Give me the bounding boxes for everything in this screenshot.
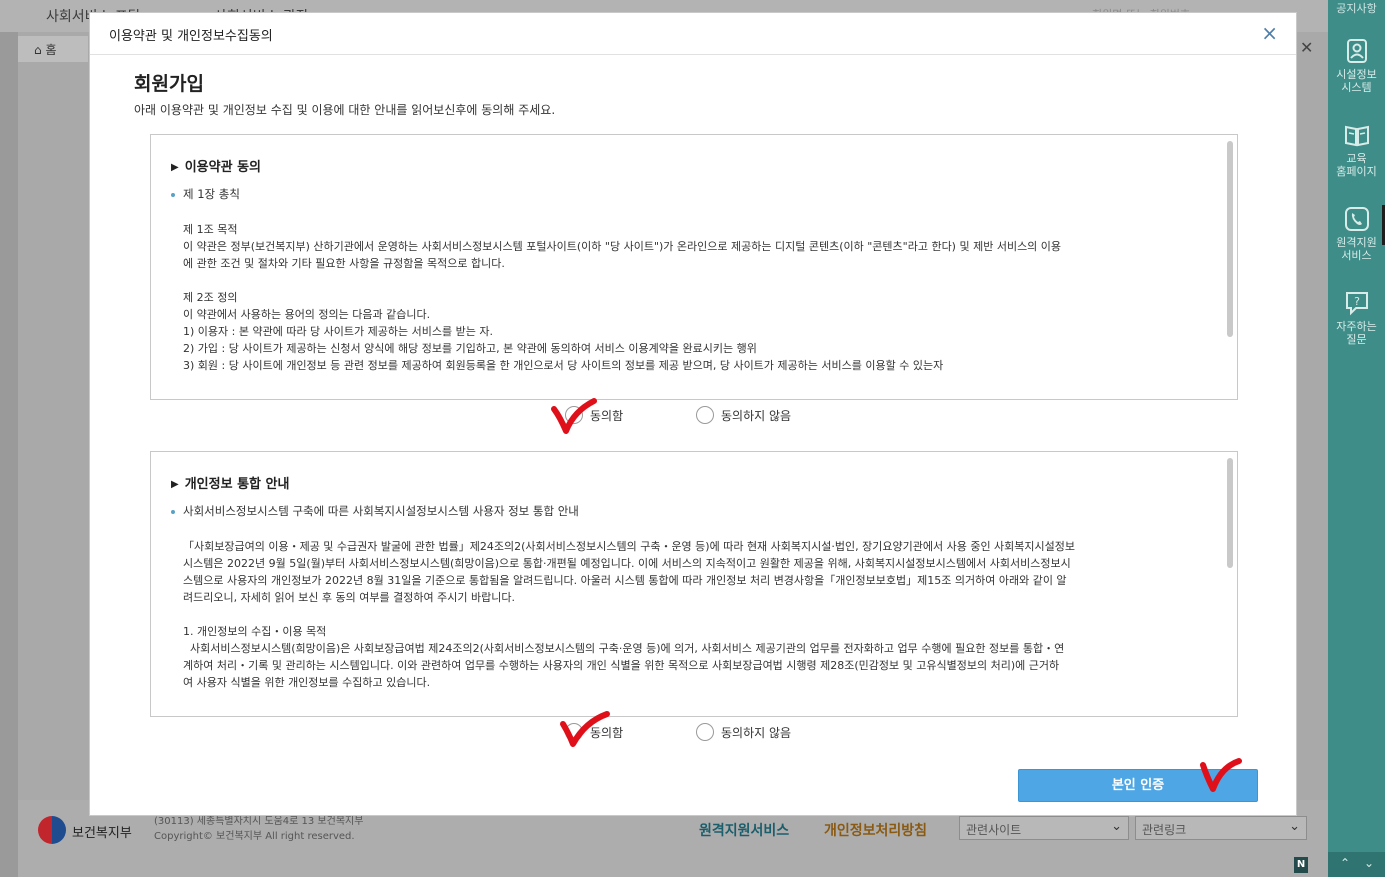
privacy-body: 「사회보장급여의 이용・제공 및 수급권자 발굴에 관한 법률」제24조의2(사… — [171, 538, 1213, 688]
quick-menu-scroll-controls: ⌃ ⌄ — [1328, 852, 1385, 877]
bullet-icon — [171, 192, 175, 197]
quick-menu-label: 원격지원 — [1336, 236, 1377, 249]
left-strip — [0, 32, 18, 877]
scrollbar[interactable] — [1227, 141, 1233, 337]
scroll-up-icon[interactable]: ⌃ — [1340, 856, 1350, 870]
privacy-line: 스템으로 사용자의 개인정보가 2022년 8월 31일을 기준으로 통합됨을 … — [183, 574, 1067, 587]
page-title: 회원가입 — [134, 73, 204, 95]
terms-chapter-text: 제 1장 총칙 — [183, 187, 240, 201]
quick-menu-label: 교육 — [1346, 152, 1367, 165]
question-bubble-icon: ? — [1345, 292, 1368, 316]
copyright-text: Copyright© 보건복지부 All right reserved. — [154, 831, 355, 842]
address-text: (30113) 세종특별자치시 도움4로 13 보건복지부 — [154, 816, 364, 827]
terms-modal: 이용약관 및 개인정보수집동의 × 회원가입 아래 이용약관 및 개인정보 수집… — [89, 12, 1297, 816]
chevron-down-icon: ⌄ — [1289, 819, 1300, 834]
bullet-icon — [171, 509, 175, 514]
privacy-subtitle-text: 사회서비스정보시스템 구축에 따른 사회복지시설정보시스템 사용자 정보 통합 … — [183, 504, 579, 518]
privacy-agree-row: 동의함 동의하지 않음 — [90, 723, 1298, 747]
privacy-line: 1. 개인정보의 수집・이용 목적 — [183, 625, 327, 638]
privacy-scroll-box[interactable]: ▶ 개인정보 통합 안내 사회서비스정보시스템 구축에 따른 사회복지시설정보시… — [150, 451, 1238, 717]
quick-menu-label: 질문 — [1346, 333, 1367, 346]
quick-menu-facility-system[interactable]: 시설정보 시스템 — [1328, 38, 1385, 94]
terms-body: 제 1조 목적 이 약관은 정부(보건복지부) 산하기관에서 운영하는 사회서비… — [171, 221, 1213, 371]
home-tab[interactable]: ⌂ 홈 — [18, 36, 88, 62]
privacy-heading: ▶ 개인정보 통합 안내 — [171, 476, 1213, 493]
modal-header: 이용약관 및 개인정보수집동의 × — [90, 13, 1296, 55]
footer-address: (30113) 세종특별자치시 도움4로 13 보건복지부 Copyright©… — [154, 814, 363, 844]
n-badge: N — [1294, 857, 1308, 873]
privacy-line: 시스템은 2022년 9월 5일(월)부터 사회서비스정보시스템(희망이음)으로… — [183, 557, 1071, 570]
terms-line: 1) 이용자 : 본 약관에 따라 당 사이트가 제공하는 서비스를 받는 자. — [183, 325, 493, 338]
privacy-heading-text: 개인정보 통합 안내 — [184, 477, 290, 492]
terms-line: 제 1조 목적 — [183, 223, 238, 236]
privacy-line: 려드리오니, 자세히 읽어 보신 후 동의 여부를 결정하여 주시기 바랍니다. — [183, 591, 515, 604]
quick-menu-notice[interactable]: 공지사항 — [1328, 0, 1385, 16]
home-tab-label: 홈 — [45, 43, 57, 57]
privacy-line: 사회서비스정보시스템(희망이음)은 사회보장급여법 제24조의2(사회서비스정보… — [183, 642, 1065, 655]
terms-line: 이 약관은 정부(보건복지부) 산하기관에서 운영하는 사회서비스정보시스템 포… — [183, 240, 1062, 253]
person-card-icon — [1346, 39, 1367, 63]
privacy-disagree-radio[interactable]: 동의하지 않음 — [696, 723, 791, 741]
close-icon[interactable]: × — [1261, 21, 1278, 45]
ministry-logo-icon — [38, 816, 66, 844]
red-checkmark-icon — [551, 398, 597, 434]
privacy-policy-link[interactable]: 개인정보처리방침 — [824, 820, 927, 840]
quick-menu-label: 시설정보 — [1336, 68, 1377, 81]
terms-line: 이 약관에서 사용하는 용어의 정의는 다음과 같습니다. — [183, 308, 431, 321]
disagree-label: 동의하지 않음 — [721, 408, 792, 423]
red-checkmark-icon — [1200, 758, 1242, 792]
related-link-select[interactable]: 관련링크 ⌄ — [1135, 816, 1307, 840]
page-subtitle: 아래 이용약관 및 개인정보 수집 및 이용에 대한 안내를 읽어보신후에 동의… — [134, 103, 556, 117]
terms-line: 에 관한 조건 및 절차와 기타 필요한 사항을 규정함을 목적으로 합니다. — [183, 257, 505, 270]
terms-scroll-box[interactable]: ▶ 이용약관 동의 제 1장 총칙 제 1조 목적 이 약관은 정부(보건복지부… — [150, 134, 1238, 400]
radio-button[interactable] — [696, 406, 714, 424]
quick-menu: 공지사항 시설정보 시스템 교육 홈페이지 원격지원 서비스 ? 자주하는 질문 — [1328, 0, 1385, 877]
privacy-content: ▶ 개인정보 통합 안내 사회서비스정보시스템 구축에 따른 사회복지시설정보시… — [171, 476, 1213, 688]
scroll-down-icon[interactable]: ⌄ — [1364, 856, 1374, 870]
related-site-value: 관련사이트 — [966, 823, 1022, 837]
terms-content: ▶ 이용약관 동의 제 1장 총칙 제 1조 목적 이 약관은 정부(보건복지부… — [171, 159, 1213, 371]
privacy-line: 「사회보장급여의 이용・제공 및 수급권자 발굴에 관한 법률」제24조의2(사… — [183, 540, 1076, 553]
red-checkmark-icon — [560, 711, 610, 747]
modal-title: 이용약관 및 개인정보수집동의 — [109, 29, 273, 44]
quick-menu-remote-support[interactable]: 원격지원 서비스 — [1328, 206, 1385, 262]
quick-menu-label: 시스템 — [1341, 81, 1372, 94]
quick-menu-label: 홈페이지 — [1336, 165, 1377, 178]
triangle-icon: ▶ — [171, 479, 179, 490]
related-link-value: 관련링크 — [1142, 823, 1187, 837]
terms-agree-row: 동의함 동의하지 않음 — [90, 406, 1298, 430]
quick-menu-label: 서비스 — [1341, 249, 1372, 262]
quick-menu-faq[interactable]: ? 자주하는 질문 — [1328, 290, 1385, 346]
radio-button[interactable] — [696, 723, 714, 741]
terms-line: 제 2조 정의 — [183, 291, 238, 304]
chevron-down-icon: ⌄ — [1111, 819, 1122, 834]
terms-heading: ▶ 이용약관 동의 — [171, 159, 1213, 176]
svg-text:?: ? — [1354, 295, 1360, 308]
privacy-line: 계하여 처리・기록 및 관리하는 시스템입니다. 이와 관련하여 업무를 수행하… — [183, 659, 1060, 672]
triangle-icon: ▶ — [171, 162, 179, 173]
privacy-subtitle: 사회서비스정보시스템 구축에 따른 사회복지시설정보시스템 사용자 정보 통합 … — [171, 503, 1213, 520]
terms-line: 2) 가입 : 당 사이트가 제공하는 신청서 양식에 해당 정보를 기입하고,… — [183, 342, 757, 355]
disagree-label: 동의하지 않음 — [721, 725, 792, 740]
home-icon: ⌂ — [34, 43, 46, 57]
phone-icon — [1344, 207, 1369, 231]
remote-support-link[interactable]: 원격지원서비스 — [699, 820, 789, 840]
privacy-line: 여 사용자 식별을 위한 개인정보를 수집하고 있습니다. — [183, 676, 431, 688]
quick-menu-label: 자주하는 — [1336, 320, 1377, 333]
terms-chapter: 제 1장 총칙 — [171, 186, 1213, 203]
ministry-name: 보건복지부 — [72, 826, 132, 841]
terms-heading-text: 이용약관 동의 — [184, 160, 261, 175]
quick-menu-education[interactable]: 교육 홈페이지 — [1328, 122, 1385, 178]
terms-line: 3) 회원 : 당 사이트에 개인정보 등 관련 정보를 제공하여 회원등록을 … — [183, 359, 944, 371]
related-site-select[interactable]: 관련사이트 ⌄ — [959, 816, 1129, 840]
terms-disagree-radio[interactable]: 동의하지 않음 — [696, 406, 791, 424]
tab-close-icon[interactable]: ✕ — [1300, 38, 1313, 57]
scrollbar[interactable] — [1227, 458, 1233, 568]
book-icon — [1344, 125, 1369, 147]
